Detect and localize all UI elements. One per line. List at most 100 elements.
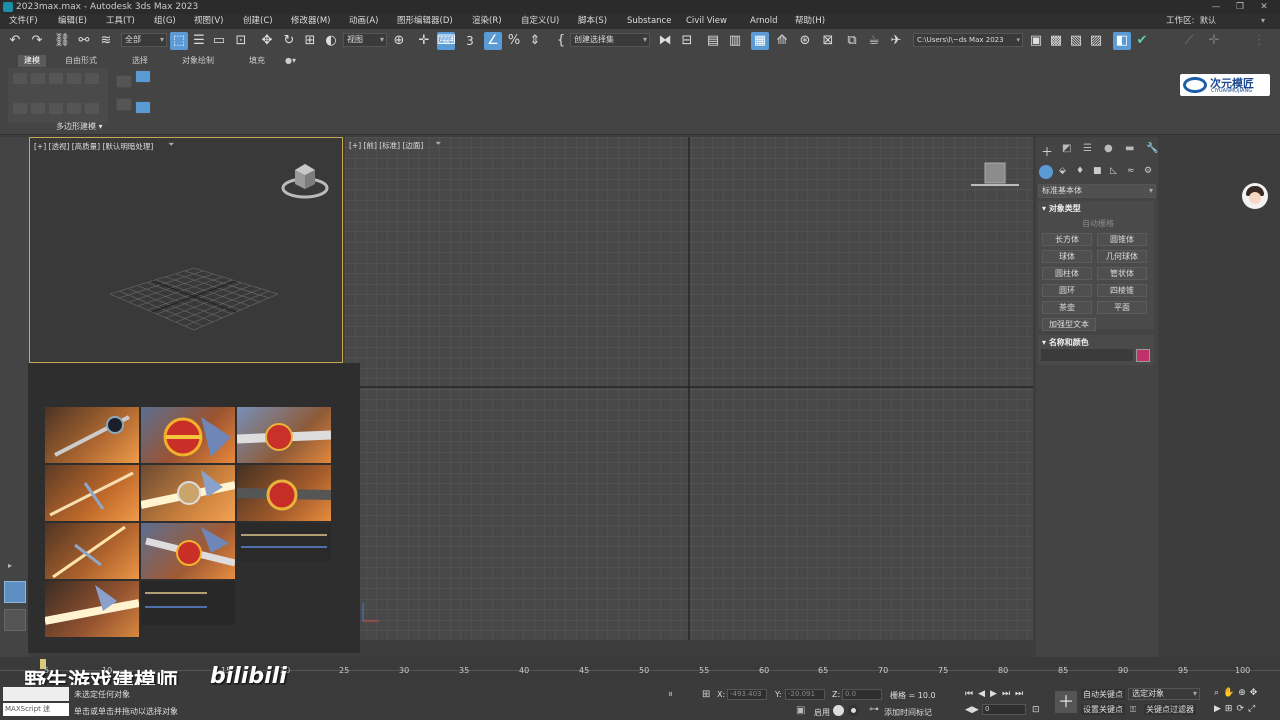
set-key-icon[interactable]: ＋ <box>1055 691 1077 713</box>
menu-edit[interactable]: 编辑(E) <box>58 14 87 29</box>
close-button[interactable]: ✕ <box>1252 0 1276 14</box>
shapes-icon[interactable]: ⬙ <box>1059 166 1066 176</box>
perspective-viewport[interactable]: [+] [透视] [高质量] [默认明暗处理] ⏷ <box>29 137 343 363</box>
check-icon[interactable]: ✔ <box>1133 32 1151 50</box>
geometry-icon[interactable] <box>1039 165 1053 179</box>
menu-modifiers[interactable]: 修改器(M) <box>291 14 330 29</box>
ribbon-btn-active[interactable] <box>135 70 151 83</box>
maxscript-label[interactable]: MAXScript 迷 <box>3 703 69 716</box>
window-crossing-icon[interactable]: ⊡ <box>232 32 250 50</box>
menu-group[interactable]: 组(G) <box>154 14 176 29</box>
category-dropdown[interactable]: 标准基本体 <box>1038 184 1156 198</box>
ribbon-options-icon[interactable]: ●▾ <box>285 56 296 65</box>
ribbon-btn[interactable] <box>12 102 28 115</box>
layout-grid-icon[interactable] <box>4 609 26 631</box>
menu-view[interactable]: 视图(V) <box>194 14 223 29</box>
ribbon-group-label[interactable]: 多边形建模 ▾ <box>56 121 103 132</box>
playback-controls[interactable]: ⏮◀▶⏭⏭ <box>965 689 1028 699</box>
expand-arrow-icon[interactable]: ▸ <box>8 561 12 570</box>
menu-graph-editors[interactable]: 图形编辑器(D) <box>397 14 453 29</box>
angle-snap-icon[interactable]: ∠ <box>484 32 502 50</box>
bind-spacewarp-icon[interactable]: ≋ <box>97 32 115 50</box>
project-path-dropdown[interactable]: C:\Users\l\~ds Max 2023 <box>913 33 1023 47</box>
render-icon[interactable]: ☕ <box>865 32 883 50</box>
utilities-tab-icon[interactable]: 🔧 <box>1146 143 1158 154</box>
edit-named-sets-icon[interactable]: { <box>552 32 570 50</box>
placement-icon[interactable]: ◐ <box>322 32 340 50</box>
render-production-icon[interactable]: ✈ <box>887 32 905 50</box>
sphere-button[interactable]: 球体 <box>1042 250 1092 263</box>
autogrid-checkbox[interactable]: 自动栅格 <box>1082 218 1114 229</box>
menu-help[interactable]: 帮助(H) <box>795 14 825 29</box>
helpers-icon[interactable]: ◺ <box>1110 166 1117 176</box>
object-color-swatch[interactable] <box>1136 349 1150 362</box>
layout-tab-icon[interactable] <box>4 581 26 603</box>
viewport-nav-controls[interactable]: ⌕✋⊕✥ <box>1214 688 1261 698</box>
cameras-icon[interactable]: ■ <box>1093 166 1102 176</box>
isolate-icon[interactable]: ▨ <box>1087 32 1105 50</box>
ribbon-btn[interactable] <box>116 75 132 88</box>
spacewarps-icon[interactable]: ≈ <box>1127 166 1135 176</box>
enable-label[interactable]: 启用 <box>814 707 830 718</box>
toggle-ribbon-icon[interactable]: ▥ <box>726 32 744 50</box>
select-by-name-icon[interactable]: ☰ <box>190 32 208 50</box>
menu-scripting[interactable]: 脚本(S) <box>578 14 607 29</box>
project-folder-icon[interactable]: ▣ <box>1027 32 1045 50</box>
systems-icon[interactable]: ⚙ <box>1144 166 1152 176</box>
lights-icon[interactable]: ♦ <box>1076 166 1084 176</box>
ribbon-btn[interactable] <box>66 72 82 85</box>
save-icon[interactable]: ◧ <box>1113 32 1131 50</box>
time-tag-icon[interactable]: ⊶ <box>869 704 879 715</box>
box-button[interactable]: 长方体 <box>1042 233 1092 246</box>
workspace-dropdown[interactable]: 默认 <box>1197 15 1267 29</box>
selection-filter-dropdown[interactable]: 全部 <box>121 33 167 47</box>
select-manipulate-icon[interactable]: ✛ <box>415 32 433 50</box>
ribbon-tab-freeform[interactable]: 自由形式 <box>59 55 103 67</box>
schematic-view-icon[interactable]: ⟰ <box>773 32 791 50</box>
select-object-icon[interactable]: ⬚ <box>170 32 188 50</box>
cone-button[interactable]: 圆锥体 <box>1097 233 1147 246</box>
geosphere-button[interactable]: 几何球体 <box>1097 250 1147 263</box>
ribbon-btn[interactable] <box>66 102 82 115</box>
ribbon-btn[interactable] <box>48 102 64 115</box>
menu-rendering[interactable]: 渲染(R) <box>472 14 502 29</box>
unlink-icon[interactable]: ⚯ <box>75 32 93 50</box>
display-tab-icon[interactable]: ▬ <box>1125 143 1134 154</box>
selected-object-dropdown[interactable]: 选定对象 <box>1128 688 1200 700</box>
ribbon-btn[interactable] <box>84 72 100 85</box>
viewcube-icon[interactable] <box>275 156 335 202</box>
ribbon-btn-active[interactable] <box>135 101 151 114</box>
menu-create[interactable]: 创建(C) <box>243 14 273 29</box>
axis-icon[interactable]: ✛ <box>1205 32 1223 50</box>
menu-substance[interactable]: Substance <box>627 14 671 29</box>
ribbon-btn[interactable] <box>30 72 46 85</box>
align-icon[interactable]: ⊟ <box>678 32 696 50</box>
y-coordinate-field[interactable]: -20.091 <box>785 689 825 700</box>
material-editor-icon[interactable]: ⊛ <box>796 32 814 50</box>
rect-selection-icon[interactable]: ▭ <box>210 32 228 50</box>
ribbon-btn[interactable] <box>116 98 132 111</box>
maxscript-listener-input[interactable] <box>3 687 69 701</box>
time-config-icon[interactable]: ⊡ <box>1032 705 1040 715</box>
filter-icon[interactable]: ⏷ <box>435 139 441 149</box>
spinner-snap-icon[interactable]: ⇕ <box>526 32 544 50</box>
adaptive-degradation-icon[interactable]: ▣ <box>796 705 805 716</box>
more-icon[interactable]: ⋮ <box>1250 32 1268 50</box>
auto-key-button[interactable]: 自动关键点 <box>1081 689 1125 700</box>
key-filter-icon[interactable]: ⚿ <box>1130 705 1136 715</box>
isolate-toggle-icon[interactable] <box>833 705 844 716</box>
key-filters-button[interactable]: 关键点过滤器 <box>1144 704 1196 715</box>
motion-tab-icon[interactable]: ● <box>1104 143 1113 154</box>
menu-animation[interactable]: 动画(A) <box>349 14 378 29</box>
keyboard-shortcut-toggle-icon[interactable]: ⌨ <box>437 32 456 50</box>
current-frame-field[interactable]: 0 <box>982 704 1026 715</box>
lock-icon[interactable]: ⏸ <box>668 689 673 700</box>
ref-coord-dropdown[interactable]: 视图 <box>343 33 387 47</box>
viewport-nav-controls-2[interactable]: ▶⊞⟳⤢ <box>1214 704 1259 714</box>
snaps-toggle-icon[interactable]: 3 <box>461 32 479 50</box>
redo-icon[interactable]: ↷ <box>28 32 46 50</box>
absolute-mode-icon[interactable]: ⊞ <box>702 689 710 700</box>
z-coordinate-field[interactable]: 0.0 <box>842 689 882 700</box>
selection-lock-icon[interactable] <box>848 705 859 716</box>
menu-civil-view[interactable]: Civil View <box>686 14 727 29</box>
